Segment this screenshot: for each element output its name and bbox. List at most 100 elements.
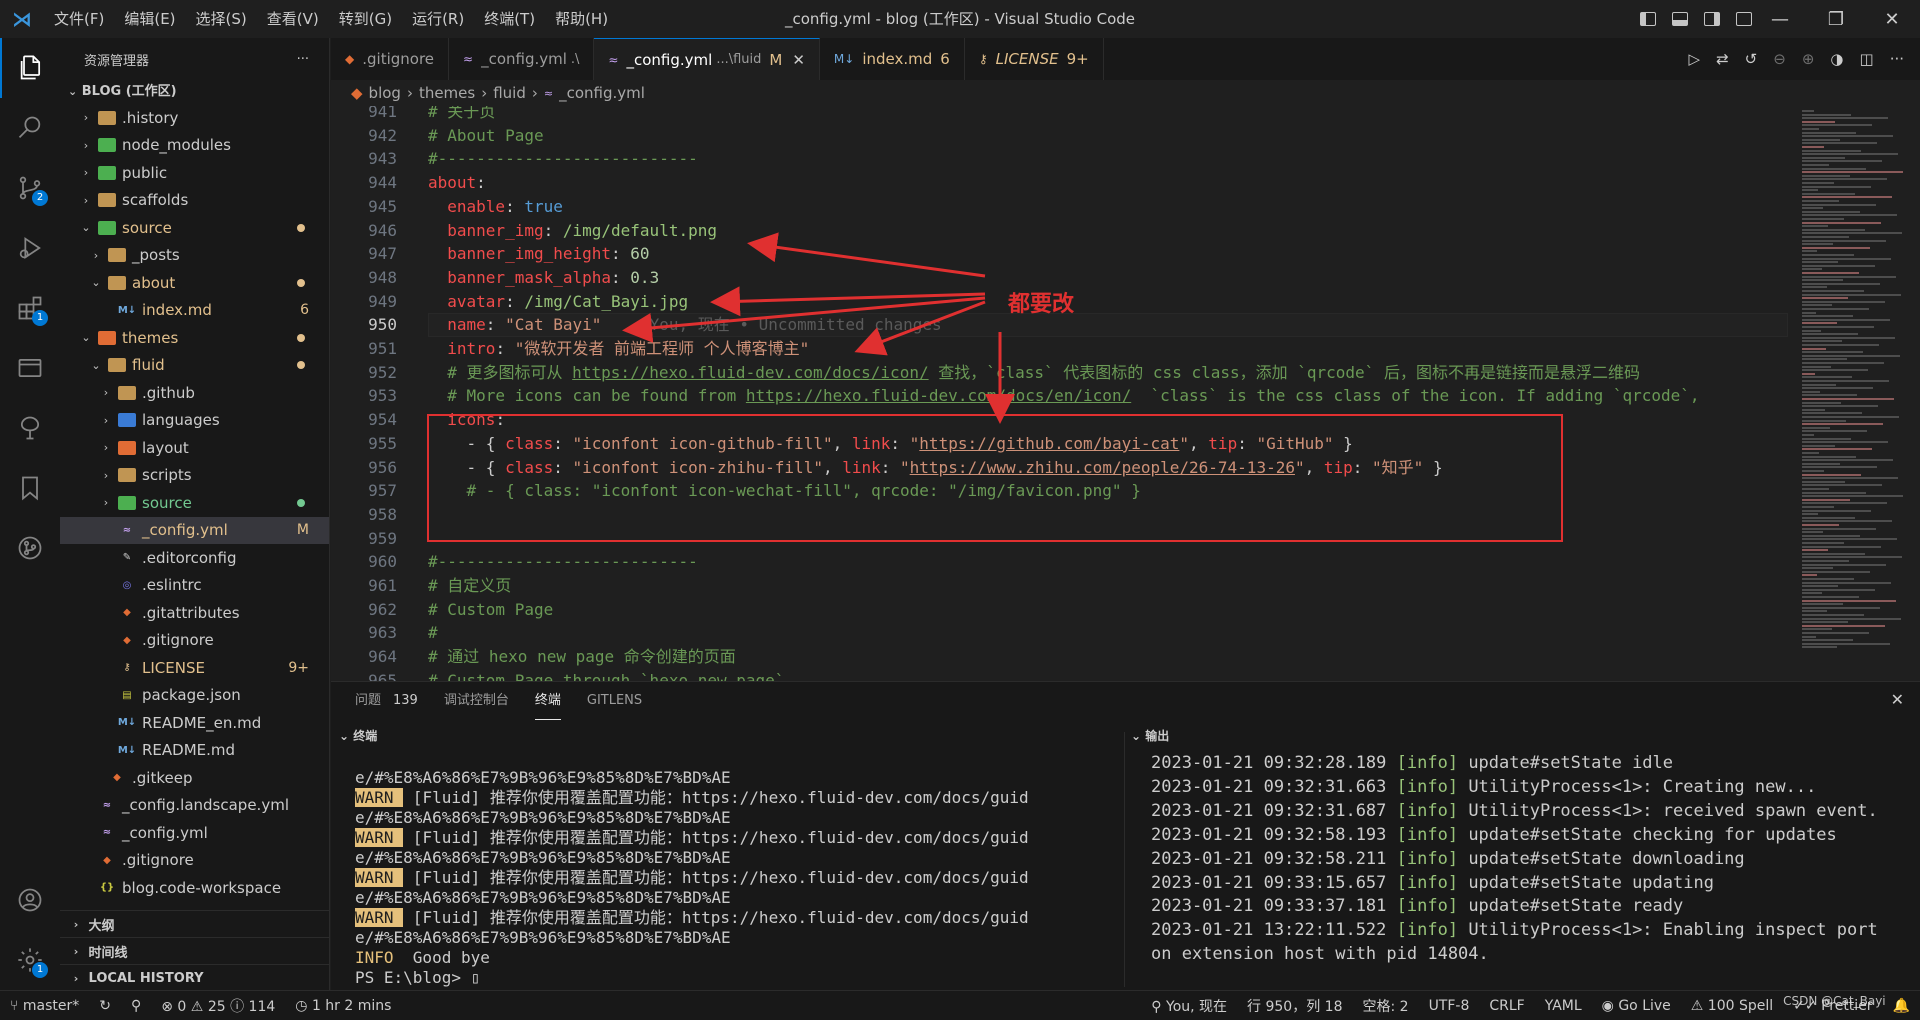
outline-section[interactable]: › 大纲 bbox=[60, 910, 330, 937]
code-line[interactable]: 959 bbox=[331, 527, 1781, 551]
coding-time[interactable]: ◷ 1 hr 2 mins bbox=[285, 998, 401, 1014]
panel-tab[interactable]: 调试控制台 bbox=[444, 682, 509, 720]
breadcrumb-themes[interactable]: themes bbox=[419, 84, 475, 102]
remote-explorer-icon[interactable] bbox=[0, 338, 60, 398]
tree-item[interactable]: ⚷ LICENSE 9+ bbox=[60, 654, 329, 682]
sync-icon[interactable]: ↻ bbox=[89, 998, 121, 1014]
toggle-secondary-sidebar-icon[interactable] bbox=[1704, 12, 1720, 26]
code-line[interactable]: 956 - { class: "iconfont icon-zhihu-fill… bbox=[331, 456, 1781, 480]
terminal-pane-header[interactable]: ⌄ 终端 bbox=[339, 724, 377, 748]
code-line[interactable]: 965 # Custom Page through `hexo new page` bbox=[331, 669, 1781, 681]
tree-item[interactable]: M↓ index.md 6 bbox=[60, 297, 329, 325]
notifications-icon[interactable]: 🔔 bbox=[1883, 998, 1920, 1014]
panel-tab[interactable]: 终端 bbox=[534, 682, 561, 720]
tree-item[interactable]: › node_modules bbox=[60, 132, 329, 160]
next-change-icon[interactable]: ⊕ bbox=[1802, 50, 1815, 68]
branch-indicator[interactable]: ⑂ master* bbox=[0, 998, 89, 1014]
tree-icon[interactable] bbox=[0, 398, 60, 458]
tree-item[interactable]: › .history bbox=[60, 104, 329, 132]
blame-status[interactable]: ⚲ You, 现在 bbox=[1141, 996, 1237, 1016]
menu-item[interactable]: 转到(G) bbox=[329, 0, 402, 38]
explorer-icon[interactable] bbox=[0, 38, 60, 98]
workspace-root[interactable]: ⌄ BLOG (工作区) bbox=[60, 80, 329, 104]
prettier[interactable]: ✓✓ Prettier CSDN @Cat_Bayi bbox=[1783, 994, 1886, 1014]
gitlens-blame-icon[interactable]: ◑ bbox=[1830, 50, 1843, 68]
menu-item[interactable]: 查看(V) bbox=[257, 0, 329, 38]
tree-item[interactable]: ◆ .gitignore bbox=[60, 847, 329, 875]
tree-item[interactable]: › .github bbox=[60, 379, 329, 407]
account-icon[interactable] bbox=[0, 870, 60, 930]
prev-change-icon[interactable]: ⊖ bbox=[1773, 50, 1786, 68]
restore-icon[interactable]: ❐ bbox=[1808, 0, 1864, 38]
code-line[interactable]: 946 banner_img: /img/default.png bbox=[331, 219, 1781, 243]
tree-item[interactable]: › scripts bbox=[60, 462, 329, 490]
code-line[interactable]: 943 #--------------------------- bbox=[331, 147, 1781, 171]
code-line[interactable]: 945 enable: true bbox=[331, 195, 1781, 219]
minimap[interactable] bbox=[1790, 106, 1920, 681]
vscode-logo-icon[interactable]: ⋊ bbox=[0, 0, 44, 38]
settings-gear-icon[interactable]: 1 bbox=[0, 930, 60, 990]
panel-tab[interactable]: 问题 139 bbox=[355, 682, 418, 720]
code-line[interactable]: 944 about: bbox=[331, 171, 1781, 195]
compare-changes-icon[interactable]: ⇄ bbox=[1716, 50, 1729, 68]
tree-item[interactable]: › layout bbox=[60, 434, 329, 462]
tree-item[interactable]: ≈ _config.landscape.yml bbox=[60, 792, 329, 820]
output-log[interactable]: 2023-01-21 09:32:28.189 [info] update#se… bbox=[1151, 752, 1911, 982]
menu-item[interactable]: 终端(T) bbox=[474, 0, 545, 38]
breadcrumb-blog[interactable]: blog bbox=[369, 84, 401, 102]
breadcrumb-fluid[interactable]: fluid bbox=[493, 84, 526, 102]
revert-icon[interactable]: ↺ bbox=[1745, 50, 1758, 68]
breadcrumb-file[interactable]: _config.yml bbox=[559, 84, 645, 102]
tree-item[interactable]: ◆ .gitignore bbox=[60, 627, 329, 655]
more-actions-icon[interactable]: ··· bbox=[297, 52, 309, 67]
menu-item[interactable]: 文件(F) bbox=[44, 0, 114, 38]
close-window-icon[interactable]: ✕ bbox=[1864, 0, 1920, 38]
tree-item[interactable]: ⌄ fluid bbox=[60, 352, 329, 380]
tree-item[interactable]: › scaffolds bbox=[60, 187, 329, 215]
problems-indicator[interactable]: ⊗ 0 ⚠ 25 ⓘ 114 bbox=[151, 996, 285, 1016]
code-line[interactable]: 962 # Custom Page bbox=[331, 598, 1781, 622]
tree-item[interactable]: ▤ package.json bbox=[60, 682, 329, 710]
menu-item[interactable]: 编辑(E) bbox=[114, 0, 185, 38]
tree-item[interactable]: M↓ README.md bbox=[60, 737, 329, 765]
editor-tab[interactable]: M↓ index.md 6 bbox=[820, 38, 965, 80]
tree-item[interactable]: ✎ .editorconfig bbox=[60, 544, 329, 572]
code-editor[interactable]: 941 # 关于页 942 # About Page 943 #-------------… bbox=[331, 106, 1920, 681]
language-mode[interactable]: YAML bbox=[1535, 998, 1592, 1014]
tree-item[interactable]: ≈ _config.yml bbox=[60, 819, 329, 847]
editor-tab[interactable]: ◆ .gitignore bbox=[331, 38, 450, 80]
toggle-panel-icon[interactable] bbox=[1672, 12, 1688, 26]
code-line[interactable]: 954 icons: bbox=[331, 408, 1781, 432]
go-live[interactable]: ◉ Go Live bbox=[1592, 998, 1681, 1014]
minimize-icon[interactable]: — bbox=[1752, 0, 1808, 38]
source-control-icon[interactable]: 2 bbox=[0, 158, 60, 218]
encoding[interactable]: UTF-8 bbox=[1419, 998, 1480, 1014]
tree-item[interactable]: › source bbox=[60, 489, 329, 517]
code-line[interactable]: 964 # 通过 hexo new page 命令创建的页面 bbox=[331, 645, 1781, 669]
bookmark-icon[interactable] bbox=[0, 458, 60, 518]
code-line[interactable]: 955 - { class: "iconfont icon-github-fil… bbox=[331, 432, 1781, 456]
menu-item[interactable]: 选择(S) bbox=[186, 0, 257, 38]
editor-tab[interactable]: ≈ _config.yml ...\fluid M ✕ bbox=[594, 38, 820, 80]
cursor-position[interactable]: 行 950，列 18 bbox=[1237, 996, 1352, 1016]
tree-item[interactable]: › languages bbox=[60, 407, 329, 435]
indentation[interactable]: 空格: 2 bbox=[1352, 996, 1418, 1016]
output-pane-header[interactable]: ⌄ 输出 bbox=[1131, 724, 1169, 748]
tree-item[interactable]: › public bbox=[60, 159, 329, 187]
tree-item[interactable]: ◆ .gitattributes bbox=[60, 599, 329, 627]
split-editor-icon[interactable]: ◫ bbox=[1860, 50, 1874, 68]
tree-item[interactable]: ⌄ about bbox=[60, 269, 329, 297]
code-line[interactable]: 961 # 自定义页 bbox=[331, 574, 1781, 598]
panel-tab[interactable]: GITLENS bbox=[587, 682, 642, 720]
local-history-section[interactable]: › LOCAL HISTORY bbox=[60, 964, 330, 991]
timeline-section[interactable]: › 时间线 bbox=[60, 937, 330, 964]
line-endings[interactable]: CRLF bbox=[1479, 998, 1534, 1014]
pane-divider[interactable] bbox=[1124, 732, 1125, 987]
close-tab-icon[interactable]: ✕ bbox=[792, 51, 805, 69]
gitlens-icon[interactable] bbox=[0, 518, 60, 578]
code-line[interactable]: 960 #--------------------------- bbox=[331, 550, 1781, 574]
close-panel-icon[interactable]: ✕ bbox=[1891, 690, 1904, 709]
code-line[interactable]: 963 # bbox=[331, 621, 1781, 645]
code-line[interactable]: 957 # - { class: "iconfont icon-wechat-f… bbox=[331, 479, 1781, 503]
code-line[interactable]: 941 # 关于页 bbox=[331, 106, 1781, 124]
